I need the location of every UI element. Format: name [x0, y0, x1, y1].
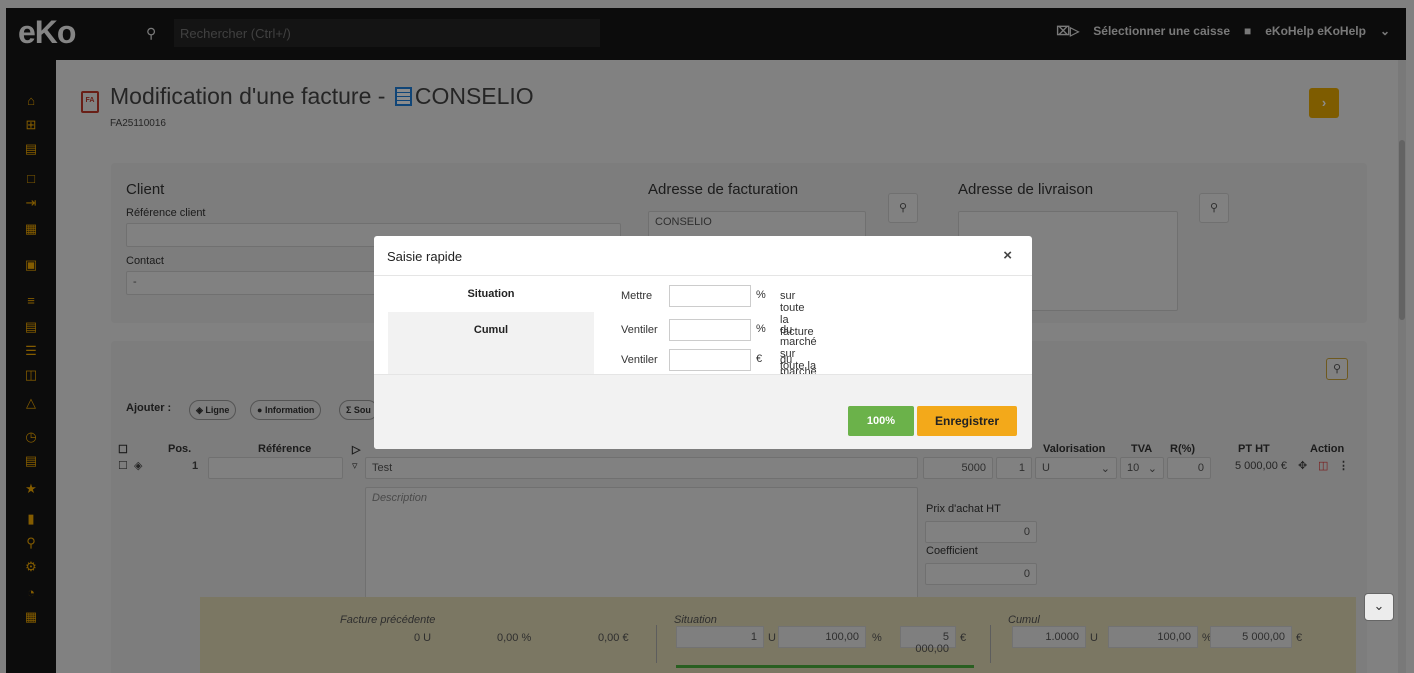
- save-button[interactable]: Enregistrer: [917, 406, 1017, 436]
- set-percent-input[interactable]: [669, 285, 751, 307]
- spread-amount-input[interactable]: [669, 349, 751, 371]
- set-100-percent-button[interactable]: 100%: [848, 406, 914, 436]
- spread-percent-input[interactable]: [669, 319, 751, 341]
- close-icon[interactable]: ×: [1003, 247, 1012, 264]
- scroll-down-button[interactable]: ⌄: [1364, 593, 1394, 621]
- row-prefix-label: Mettre: [621, 290, 653, 302]
- modal-footer: 100% Enregistrer: [374, 374, 1032, 449]
- modal-title: Saisie rapide: [387, 249, 463, 264]
- euro-unit: €: [756, 353, 763, 365]
- modal-header: Saisie rapide ×: [374, 236, 1032, 276]
- tab-situation[interactable]: Situation: [388, 276, 594, 312]
- quick-entry-modal: Saisie rapide × Situation Cumul Mettre %…: [374, 236, 1032, 449]
- percent-unit: %: [756, 323, 766, 335]
- row-prefix-label: Ventiler: [621, 354, 658, 366]
- percent-unit: %: [756, 289, 766, 301]
- tab-cumul[interactable]: Cumul: [388, 312, 594, 348]
- modal-tabs: Situation Cumul: [388, 276, 594, 374]
- row-prefix-label: Ventiler: [621, 324, 658, 336]
